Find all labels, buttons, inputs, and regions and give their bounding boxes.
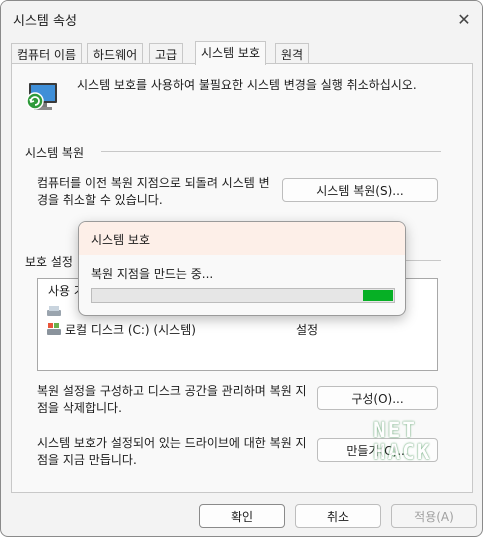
close-icon: ✕: [457, 9, 471, 29]
progress-dialog: 시스템 보호 복원 지점을 만드는 중...: [78, 221, 406, 316]
watermark-line-1: NET: [373, 418, 417, 442]
system-drive-icon: [47, 323, 61, 335]
progress-bar: [91, 288, 395, 303]
restore-description: 컴퓨터를 이전 복원 지점으로 되돌려 시스템 변경을 취소할 수 있습니다.: [37, 176, 270, 207]
drive-name: 로컬 디스크 (C:) (시스템): [65, 322, 196, 337]
tab-system-protection[interactable]: 시스템 보호: [195, 41, 267, 65]
restore-heading: 시스템 복원: [25, 146, 85, 160]
window-title: 시스템 속성: [13, 14, 77, 29]
ok-button[interactable]: 확인: [199, 504, 285, 528]
configure-button[interactable]: 구성(O)...: [317, 386, 438, 410]
tab-hardware[interactable]: 하드웨어: [87, 43, 144, 64]
progress-dialog-title: 시스템 보호: [91, 233, 151, 247]
create-description: 시스템 보호가 설정되어 있는 드라이브에 대한 복원 지점을 지금 만듭니다.: [37, 436, 307, 467]
apply-button[interactable]: 적용(A): [391, 504, 477, 528]
system-protection-icon: [26, 83, 57, 110]
tab-remote[interactable]: 원격: [275, 43, 310, 64]
tab-advanced[interactable]: 고급: [149, 43, 184, 64]
system-properties-window: 시스템 속성 ✕ 컴퓨터 이름 하드웨어 고급 시스템 보호 원격 시스템 보호…: [0, 0, 483, 537]
title-bar: 시스템 속성 ✕: [1, 1, 482, 37]
restore-separator: [101, 151, 441, 152]
progress-dialog-title-bar: 시스템 보호: [79, 222, 405, 255]
drive-protection-status: 설정: [296, 322, 319, 337]
progress-message: 복원 지점을 만드는 중...: [91, 267, 214, 281]
configure-description: 복원 설정을 구성하고 디스크 공간을 관리하며 복원 지점을 삭제합니다.: [37, 384, 307, 415]
close-button[interactable]: ✕: [452, 7, 476, 31]
nethack-watermark: NET HACK: [373, 419, 433, 485]
cancel-button[interactable]: 취소: [295, 504, 381, 528]
intro-text: 시스템 보호를 사용하여 불필요한 시스템 변경을 실행 취소하십시오.: [77, 78, 417, 92]
watermark-line-2: HACK: [373, 440, 432, 464]
protection-heading: 보호 설정: [25, 255, 73, 269]
progress-bar-fill: [363, 290, 393, 301]
system-restore-button[interactable]: 시스템 복원(S)...: [282, 178, 438, 202]
drive-icon: [47, 306, 61, 316]
tab-computer-name[interactable]: 컴퓨터 이름: [11, 43, 83, 64]
list-item[interactable]: 로컬 디스크 (C:) (시스템) 설정: [46, 320, 426, 338]
